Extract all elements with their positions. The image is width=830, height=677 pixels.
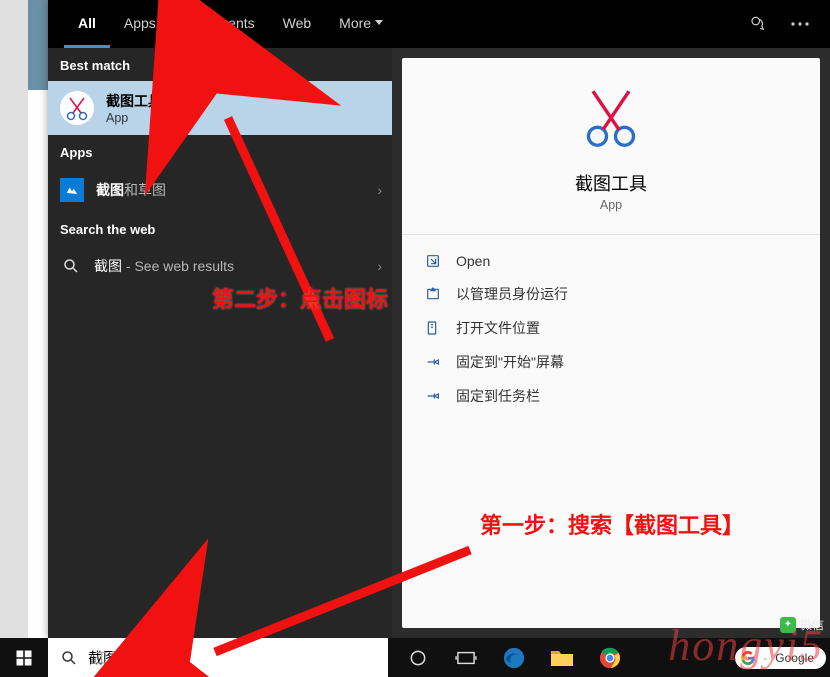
search-input[interactable]	[88, 640, 356, 675]
search-results-column: Best match 截图工具 App Apps 截图和草图	[48, 48, 392, 638]
divider	[402, 234, 820, 235]
chevron-right-icon: ›	[377, 258, 382, 274]
snipping-tool-icon	[575, 80, 647, 152]
options-icon[interactable]	[782, 6, 818, 42]
action-run-as-admin[interactable]: 以管理员身份运行	[402, 277, 820, 311]
tab-documents[interactable]: Documents	[170, 0, 269, 48]
open-icon	[424, 252, 442, 270]
detail-title: 截图工具	[575, 170, 647, 196]
result-title: 截图工具	[106, 91, 162, 111]
result-title: 截图和草图	[96, 180, 166, 200]
pin-icon	[424, 353, 442, 371]
action-label: Open	[456, 253, 490, 269]
task-view-button[interactable]	[442, 638, 490, 677]
action-label: 固定到任务栏	[456, 386, 540, 406]
result-title: 截图 - See web results	[94, 256, 234, 276]
start-button[interactable]	[0, 638, 48, 677]
wechat-label: 微信	[800, 616, 824, 633]
google-label: Google	[775, 651, 814, 665]
tab-web[interactable]: Web	[269, 0, 326, 48]
detail-actions: Open 以管理员身份运行 打开文件位置	[402, 241, 820, 417]
taskbar-app-edge[interactable]	[490, 638, 538, 677]
result-web-search[interactable]: 截图 - See web results ›	[48, 245, 392, 287]
tab-apps[interactable]: Apps	[110, 0, 170, 48]
search-scope-tabs: All Apps Documents Web More	[48, 0, 830, 48]
tab-more[interactable]: More	[325, 0, 397, 48]
taskbar-search-box[interactable]: 工具	[48, 638, 388, 677]
search-icon	[50, 649, 88, 667]
result-app-snip-sketch[interactable]: 截图和草图 ›	[48, 168, 392, 212]
tab-all[interactable]: All	[64, 0, 110, 48]
action-label: 打开文件位置	[456, 318, 540, 338]
action-label: 以管理员身份运行	[456, 284, 568, 304]
background-page	[28, 0, 48, 638]
taskbar-app-file-explorer[interactable]	[538, 638, 586, 677]
taskbar-app-chrome[interactable]	[586, 638, 634, 677]
folder-icon	[424, 319, 442, 337]
action-pin-to-taskbar[interactable]: 固定到任务栏	[402, 379, 820, 413]
result-subtitle: App	[106, 111, 162, 125]
pin-icon	[424, 387, 442, 405]
tab-more-label: More	[339, 15, 371, 31]
wechat-icon: ✦	[780, 617, 796, 633]
detail-subtitle: App	[600, 198, 622, 212]
chevron-down-icon	[375, 20, 383, 25]
action-pin-to-start[interactable]: 固定到"开始"屏幕	[402, 345, 820, 379]
snipping-tool-icon	[60, 91, 94, 125]
google-search-pill[interactable]: - Google	[735, 647, 826, 669]
search-detail-pane: 截图工具 App Open 以管理员身份运行	[402, 58, 820, 628]
group-header-search-web: Search the web	[48, 212, 392, 245]
result-best-match-snipping-tool[interactable]: 截图工具 App	[48, 81, 392, 135]
windows-search-flyout: All Apps Documents Web More Best match	[48, 0, 830, 638]
feedback-icon[interactable]	[740, 6, 776, 42]
annotation-step2: 第二步：点击图标	[212, 282, 388, 314]
shield-icon	[424, 285, 442, 303]
action-label: 固定到"开始"屏幕	[456, 352, 564, 372]
taskbar: 工具 - Google	[0, 638, 830, 677]
snip-sketch-icon	[60, 178, 84, 202]
group-header-best-match: Best match	[48, 48, 392, 81]
wechat-indicator[interactable]: ✦ 微信	[780, 616, 824, 633]
group-header-apps: Apps	[48, 135, 392, 168]
action-open[interactable]: Open	[402, 245, 820, 277]
annotation-step1: 第一步：搜索【截图工具】	[480, 508, 744, 540]
cortana-button[interactable]	[394, 638, 442, 677]
chevron-right-icon: ›	[377, 182, 382, 198]
search-icon	[60, 255, 82, 277]
action-open-file-location[interactable]: 打开文件位置	[402, 311, 820, 345]
